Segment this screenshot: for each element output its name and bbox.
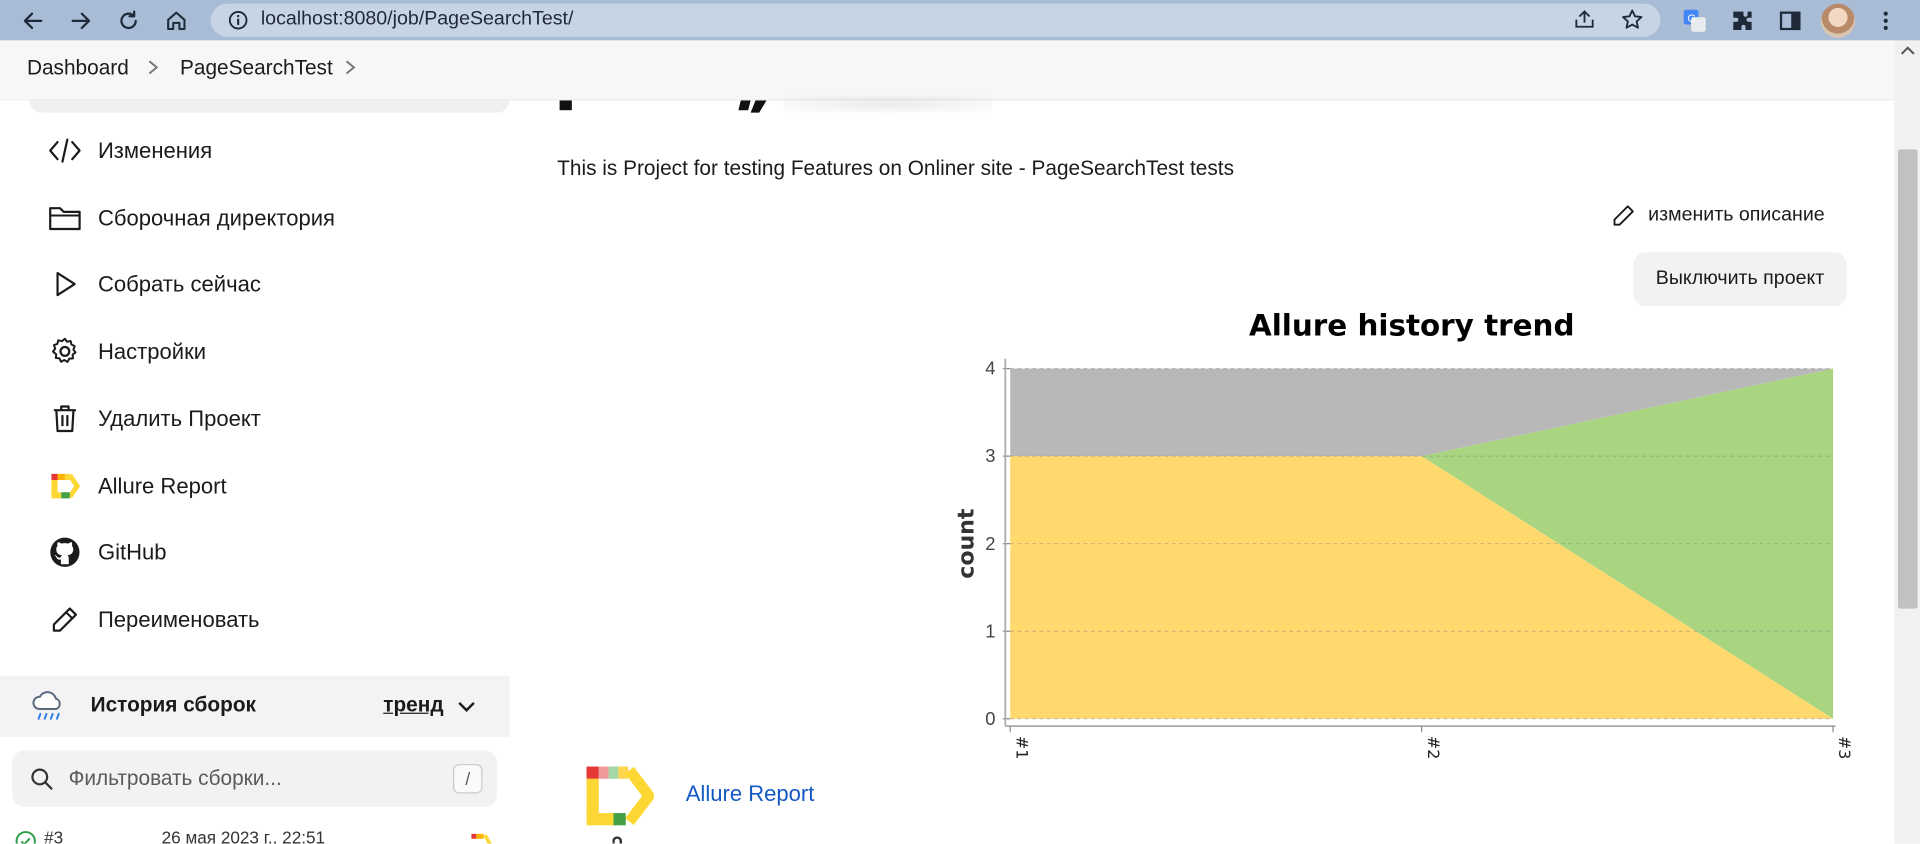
header-shadow [783,95,992,113]
y-tick-label: 4 [985,358,995,379]
browser-menu-button[interactable] [1872,7,1899,34]
sidebar-item-rename[interactable]: Переименовать [29,593,494,647]
info-icon[interactable] [228,10,249,31]
project-description: This is Project for testing Features on … [557,156,1234,181]
scrollbar-thumb[interactable] [1897,149,1918,609]
sidebar-item-partial[interactable] [29,100,510,113]
build-number[interactable]: #3 [44,828,63,844]
sidebar-item-github[interactable]: GitHub [29,525,494,579]
sidebar-item-changes[interactable]: Изменения [29,124,494,178]
share-button[interactable] [1571,6,1598,33]
code-icon [47,132,84,169]
bookmark-button[interactable] [1619,6,1646,33]
y-tick-label: 2 [985,533,995,554]
forward-button[interactable] [65,5,97,37]
arrow-left-icon [23,12,43,30]
weather-rain-icon [32,691,61,720]
back-button[interactable] [17,5,49,37]
edit-description-link[interactable]: изменить описание [1611,198,1825,232]
allure-icon [47,468,84,505]
allure-icon[interactable] [470,833,492,844]
google-translate-icon: G [1683,9,1706,32]
sidebar-item-settings[interactable]: Настройки [29,324,494,378]
side-panel-icon [1779,11,1801,31]
search-icon [31,768,53,790]
gear-icon [47,333,84,370]
folder-icon [47,200,84,237]
allure-logo-icon [586,766,654,826]
y-tick-label: 1 [985,620,995,641]
translate-extension-button[interactable]: G [1681,7,1708,34]
trend-link[interactable]: тренд [383,693,443,717]
sidebar-item-label: Удалить Проект [97,405,261,431]
project-title-partial [559,100,767,113]
sidebar-item-build-now[interactable]: Собрать сейчас [29,257,494,311]
breadcrumb-pagesearchtest[interactable]: PageSearchTest [180,56,333,80]
reload-button[interactable] [113,5,145,37]
x-tick-label: #1 [1012,736,1031,759]
sidebar-item-label: GitHub [97,539,167,564]
sidebar-item-label: Настройки [97,338,207,364]
play-icon [47,266,84,303]
sidebar-item-delete-project[interactable]: Удалить Проект [29,392,494,446]
side-panel-button[interactable] [1777,7,1804,34]
chevron-down-icon[interactable] [456,696,478,718]
build-row[interactable]: #3 26 мая 2023 г., 22:51 [0,823,509,844]
github-icon [47,534,84,571]
chevron-right-icon[interactable] [342,56,359,78]
reload-icon [120,10,137,30]
puzzle-icon [1733,11,1752,31]
y-tick-label: 0 [985,708,995,729]
home-icon [167,11,186,31]
sidebar-item-label: Изменения [97,137,213,163]
x-tick-label: #3 [1835,736,1854,759]
item-partial [612,836,623,844]
chevron-right-icon[interactable] [144,56,161,78]
sidebar-item-label: Собрать сейчас [97,271,261,296]
sidebar-item-workspace[interactable]: Сборочная директория [29,191,494,245]
y-axis-label: count [954,508,979,579]
extensions-button[interactable] [1729,7,1756,34]
success-check-icon [15,831,36,844]
build-date: 26 мая 2023 г., 22:51 [161,827,326,844]
arrow-right-icon [71,12,91,30]
y-tick-label: 3 [985,445,995,466]
sidebar-item-label: Allure Report [97,473,227,498]
trash-icon [47,400,84,437]
svg-text:G: G [1687,13,1696,25]
disable-project-button[interactable]: Выключить проект [1633,252,1847,307]
scroll-up-arrow-icon[interactable] [1899,44,1916,56]
browser-toolbar: localhost:8080/job/PageSearchTest/ G [0,0,1920,41]
breadcrumb-dashboard[interactable]: Dashboard [27,56,129,80]
share-icon [1575,10,1594,28]
sidebar-item-label: Переименовать [97,606,260,632]
chart-title: Allure history trend [1248,308,1575,343]
keyboard-shortcut-badge: / [453,764,483,794]
allure-history-trend-chart[interactable]: 0 1 2 3 4 #1 #2 #3 count [949,349,1855,765]
sidebar-item-label: Сборочная директория [97,205,335,230]
build-history-header: История сборок тренд [0,675,510,738]
breadcrumb: Dashboard PageSearchTest [0,40,1895,101]
build-filter: / [12,750,498,807]
pencil-icon [47,601,84,638]
profile-avatar[interactable] [1820,3,1856,38]
build-filter-input[interactable] [68,761,436,796]
address-bar[interactable]: localhost:8080/job/PageSearchTest/ [210,3,1661,37]
kebab-menu-icon [1883,11,1888,31]
edit-description-label: изменить описание [1648,204,1825,226]
sidebar-item-allure-report[interactable]: Allure Report [29,459,494,513]
star-icon [1622,9,1643,29]
x-tick-label: #2 [1424,736,1443,759]
url-text: localhost:8080/job/PageSearchTest/ [260,8,574,30]
allure-report-link[interactable]: Allure Report [686,781,815,807]
build-history-title: История сборок [90,693,256,717]
pencil-icon [1613,205,1634,226]
home-button[interactable] [160,5,192,37]
